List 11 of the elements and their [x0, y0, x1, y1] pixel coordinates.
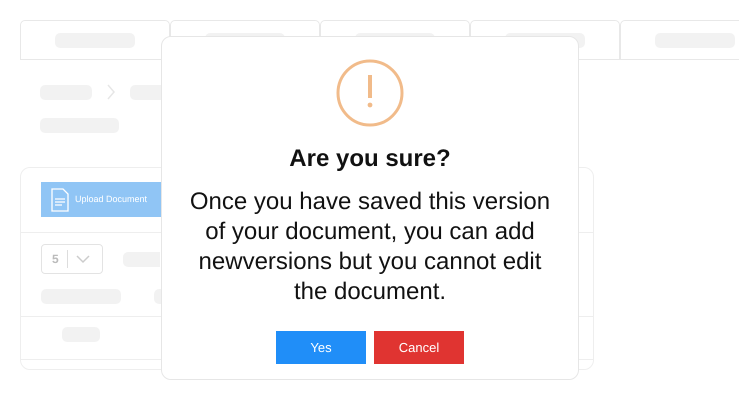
- yes-button[interactable]: Yes: [276, 331, 366, 364]
- warning-icon: [336, 59, 404, 127]
- dialog-title: Are you sure?: [289, 144, 451, 174]
- cancel-button[interactable]: Cancel: [374, 331, 464, 364]
- chevron-icon: [106, 84, 116, 100]
- tab-placeholder[interactable]: [20, 20, 170, 60]
- upload-button[interactable]: Upload Document: [41, 182, 161, 217]
- page-size-select[interactable]: 5: [41, 244, 103, 274]
- chevron-down-icon: [76, 254, 90, 264]
- dialog-message: Once you have saved this version of your document, you can add newversions but you cannot edit the document.: [188, 187, 552, 307]
- document-icon: [51, 188, 69, 212]
